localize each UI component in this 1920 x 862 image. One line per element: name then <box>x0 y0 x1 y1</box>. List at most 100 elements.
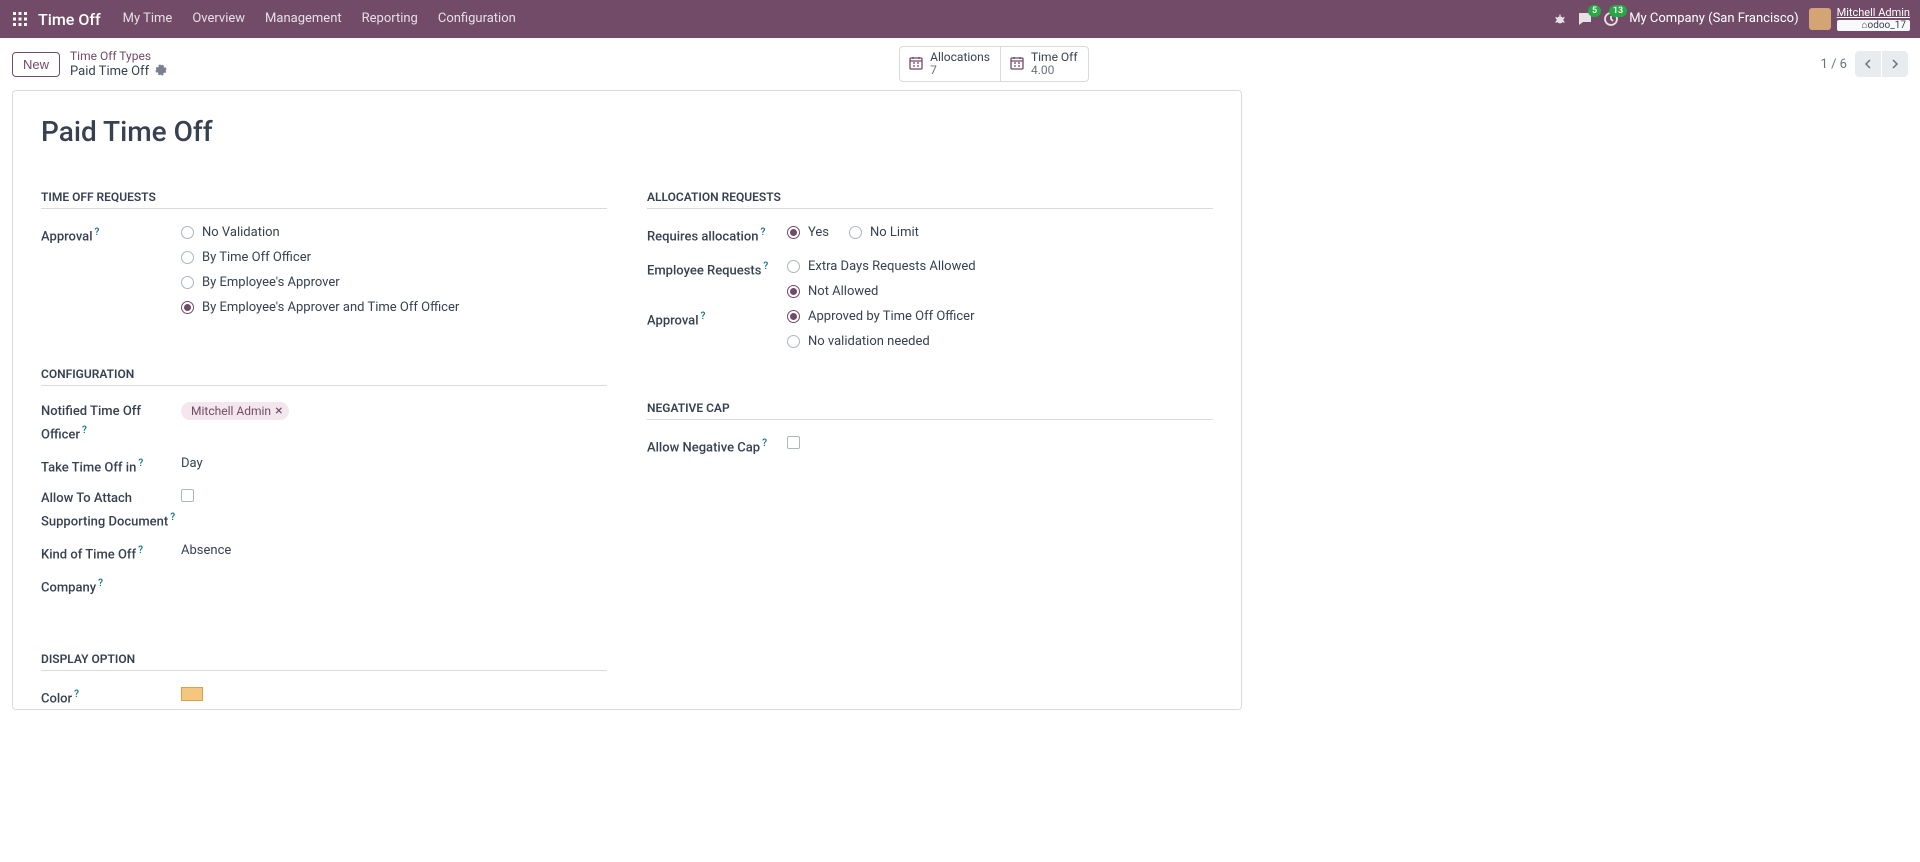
radio-label: Yes <box>808 225 829 240</box>
bug-icon[interactable] <box>1553 12 1567 26</box>
radio-option[interactable]: Extra Days Requests Allowed <box>787 259 1213 274</box>
section-config: CONFIGURATION <box>41 367 607 386</box>
help-icon[interactable]: ? <box>762 438 767 449</box>
stat-allocations[interactable]: Allocations 7 <box>899 46 1000 82</box>
radio-option[interactable]: No Validation <box>181 225 607 240</box>
nav-reporting[interactable]: Reporting <box>352 0 428 38</box>
label-emp-req: Employee Requests <box>647 263 761 278</box>
radio-option[interactable]: By Time Off Officer <box>181 250 607 265</box>
radio-icon <box>181 251 194 264</box>
help-icon[interactable]: ? <box>82 425 87 436</box>
new-button[interactable]: New <box>12 52 60 77</box>
pager[interactable]: 1 / 6 <box>1821 57 1847 72</box>
label-attach: Allow To Attach Supporting Document <box>41 491 168 529</box>
radio-option[interactable]: Approved by Time Off Officer <box>787 309 1213 324</box>
help-icon[interactable]: ? <box>95 227 100 238</box>
checkbox-attach[interactable] <box>181 489 194 502</box>
stat-alloc-val: 7 <box>930 64 990 77</box>
help-icon[interactable]: ? <box>98 578 103 589</box>
tag-notified[interactable]: Mitchell Admin × <box>181 402 289 420</box>
help-icon[interactable]: ? <box>138 458 143 469</box>
label-company: Company <box>41 581 96 596</box>
radio-icon <box>787 285 800 298</box>
nav-brand[interactable]: Time Off <box>38 10 101 29</box>
label-notified: Notified Time Off Officer <box>41 404 141 442</box>
radio-label: By Employee's Approver <box>202 275 340 290</box>
radio-label: No validation needed <box>808 334 930 349</box>
radio-icon <box>787 310 800 323</box>
label-approval: Approval <box>41 230 93 245</box>
label-color: Color <box>41 691 72 706</box>
stat-to-val: 4.00 <box>1031 64 1078 77</box>
nav-configuration[interactable]: Configuration <box>428 0 526 38</box>
label-kind: Kind of Time Off <box>41 548 136 563</box>
label-take: Take Time Off in <box>41 461 136 476</box>
radio-icon <box>181 301 194 314</box>
stat-timeoff[interactable]: Time Off 4.00 <box>1000 46 1089 82</box>
radio-option[interactable]: No Limit <box>849 225 919 240</box>
radio-option[interactable]: By Employee's Approver and Time Off Offi… <box>181 300 607 315</box>
company-switcher[interactable]: My Company (San Francisco) <box>1629 11 1798 26</box>
gear-icon[interactable] <box>155 64 167 79</box>
label-neg: Allow Negative Cap <box>647 440 760 455</box>
radio-icon <box>181 276 194 289</box>
section-alloc: ALLOCATION REQUESTS <box>647 190 1213 209</box>
section-requests: TIME OFF REQUESTS <box>41 190 607 209</box>
activities-icon[interactable]: 13 <box>1603 11 1619 27</box>
help-icon[interactable]: ? <box>701 311 706 322</box>
breadcrumb-parent[interactable]: Time Off Types <box>70 49 167 63</box>
messages-icon[interactable]: 5 <box>1577 11 1593 27</box>
radio-icon <box>849 226 862 239</box>
breadcrumb-current: Paid Time Off <box>70 64 149 80</box>
help-icon[interactable]: ? <box>170 512 175 523</box>
avatar <box>1809 8 1831 30</box>
radio-group-approval: No Validation By Time Off Officer By Emplo… <box>181 225 607 315</box>
radio-option[interactable]: Not Allowed <box>787 284 1213 299</box>
label-requires: Requires allocation <box>647 230 758 245</box>
radio-label: By Employee's Approver and Time Off Offi… <box>202 300 459 315</box>
label-alloc-approval: Approval <box>647 313 699 328</box>
radio-label: Extra Days Requests Allowed <box>808 259 976 274</box>
radio-label: Approved by Time Off Officer <box>808 309 974 324</box>
radio-option[interactable]: Yes <box>787 225 829 240</box>
radio-icon <box>787 335 800 348</box>
nav-overview[interactable]: Overview <box>182 0 255 38</box>
radio-group-empreq: Extra Days Requests Allowed Not Allowed <box>787 259 1213 299</box>
apps-icon[interactable] <box>10 9 30 29</box>
help-icon[interactable]: ? <box>763 261 768 272</box>
color-picker[interactable] <box>181 687 203 701</box>
stat-alloc-label: Allocations <box>930 51 990 64</box>
radio-group-requires: Yes No Limit <box>787 225 1213 240</box>
radio-icon <box>181 226 194 239</box>
calendar-icon <box>1009 55 1025 74</box>
radio-group-alloc-approval: Approved by Time Off Officer No validatio… <box>787 309 1213 349</box>
user-db: odoo_17 <box>1837 20 1910 32</box>
radio-label: Not Allowed <box>808 284 878 299</box>
help-icon[interactable]: ? <box>138 545 143 556</box>
radio-label: No Limit <box>870 225 919 240</box>
tag-remove-icon[interactable]: × <box>275 404 282 418</box>
calendar-icon <box>908 55 924 74</box>
radio-label: No Validation <box>202 225 280 240</box>
messages-badge: 5 <box>1588 5 1601 17</box>
nav-management[interactable]: Management <box>255 0 352 38</box>
value-kind[interactable]: Absence <box>181 543 607 558</box>
radio-icon <box>787 260 800 273</box>
pager-prev[interactable] <box>1855 51 1881 77</box>
pager-next[interactable] <box>1882 51 1908 77</box>
section-display: DISPLAY OPTION <box>41 652 607 671</box>
help-icon[interactable]: ? <box>74 689 79 700</box>
radio-icon <box>787 226 800 239</box>
radio-label: By Time Off Officer <box>202 250 311 265</box>
radio-option[interactable]: No validation needed <box>787 334 1213 349</box>
section-neg: NEGATIVE CAP <box>647 401 1213 420</box>
checkbox-neg[interactable] <box>787 436 800 449</box>
user-menu[interactable]: Mitchell Admin odoo_17 <box>1809 7 1910 31</box>
value-take[interactable]: Day <box>181 456 607 471</box>
activities-badge: 13 <box>1609 5 1627 17</box>
page-title: Paid Time Off <box>41 115 1213 148</box>
radio-option[interactable]: By Employee's Approver <box>181 275 607 290</box>
nav-my-time[interactable]: My Time <box>113 0 183 38</box>
help-icon[interactable]: ? <box>760 227 765 238</box>
user-name: Mitchell Admin <box>1837 7 1910 20</box>
